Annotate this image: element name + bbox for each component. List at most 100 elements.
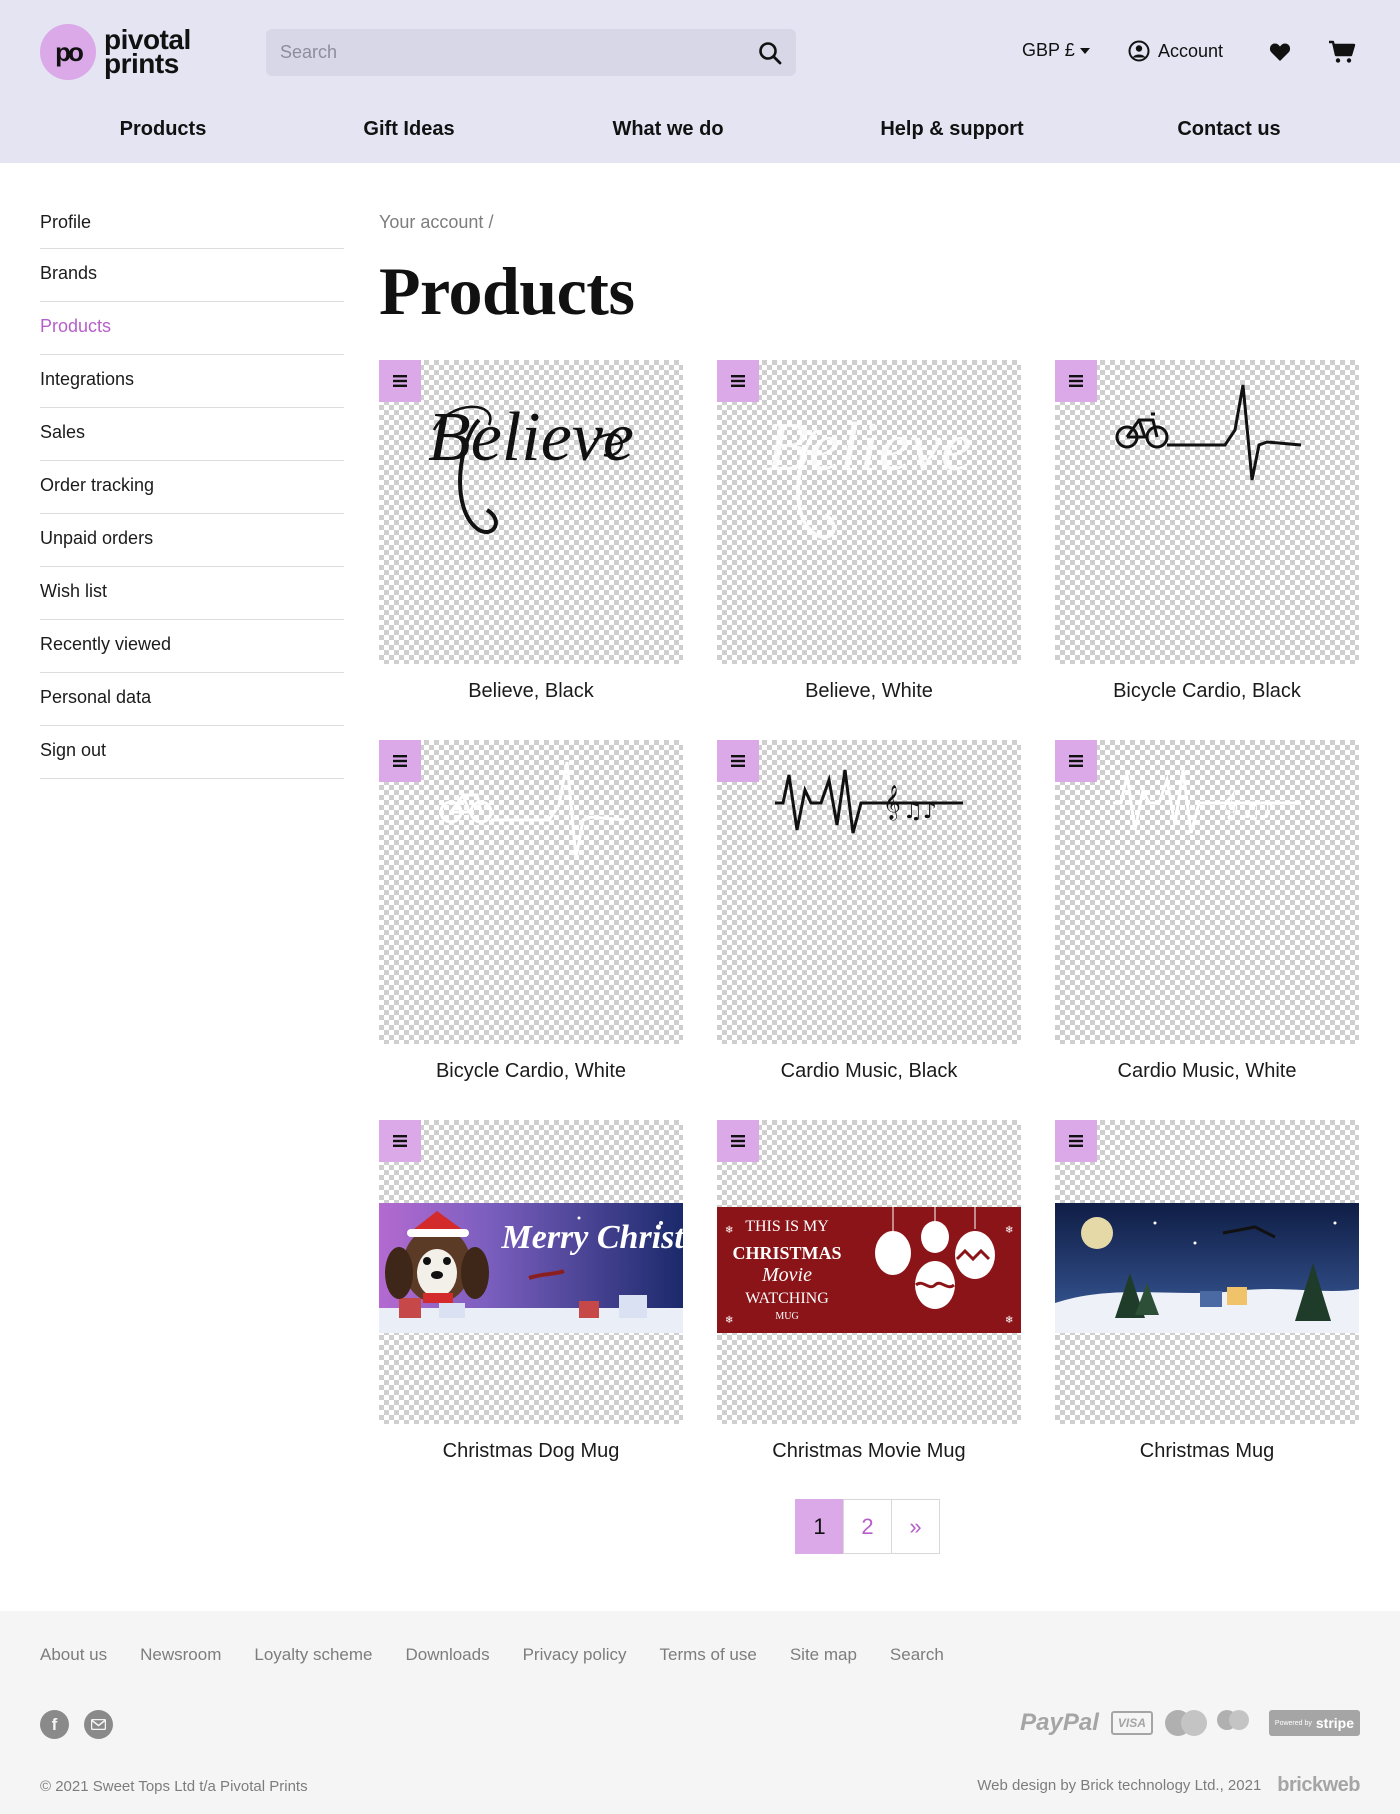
svg-text:𝄞: 𝄞	[1221, 785, 1239, 821]
sidebar-item-integrations[interactable]: Integrations	[40, 355, 344, 408]
page-2-button[interactable]: 2	[843, 1499, 892, 1554]
currency-selector[interactable]: GBP £	[1022, 40, 1090, 61]
nav-contact-us[interactable]: Contact us	[1177, 118, 1280, 141]
user-circle-icon	[1128, 40, 1150, 62]
footer-link-downloads[interactable]: Downloads	[405, 1645, 489, 1665]
bicycle-cardio-design-white	[439, 761, 626, 859]
footer-link-newsroom[interactable]: Newsroom	[140, 1645, 221, 1665]
product-menu-button[interactable]	[1055, 740, 1097, 782]
brickweb-logo[interactable]: brickweb	[1277, 1774, 1360, 1797]
email-icon[interactable]	[84, 1710, 113, 1739]
menu-icon	[731, 755, 745, 767]
sidebar-item-wish-list[interactable]: Wish list	[40, 567, 344, 620]
product-image[interactable]: Believe	[717, 360, 1021, 664]
product-image[interactable]: Believe	[379, 360, 683, 664]
product-image[interactable]: THIS IS MY CHRISTMAS Movie WATCHING MUG …	[717, 1120, 1021, 1424]
product-card: Christmas Mug	[1055, 1120, 1359, 1463]
product-image[interactable]	[379, 740, 683, 1044]
product-image[interactable]: 𝄞 ♫♪	[717, 740, 1021, 1044]
product-menu-button[interactable]	[379, 740, 421, 782]
sidebar-item-personal-data[interactable]: Personal data	[40, 673, 344, 726]
footer-link-site-map[interactable]: Site map	[790, 1645, 857, 1665]
sidebar-item-unpaid-orders[interactable]: Unpaid orders	[40, 514, 344, 567]
product-image[interactable]	[1055, 360, 1359, 664]
svg-text:Merry Christmas: Merry Christmas	[501, 1219, 684, 1256]
product-name[interactable]: Christmas Dog Mug	[379, 1440, 683, 1463]
credit-text: Web design by Brick technology Ltd., 202…	[977, 1777, 1262, 1794]
footer-link-privacy-policy[interactable]: Privacy policy	[523, 1645, 627, 1665]
sidebar-item-sales[interactable]: Sales	[40, 408, 344, 461]
social-links: f	[40, 1710, 128, 1739]
site-footer: About us Newsroom Loyalty scheme Downloa…	[0, 1611, 1400, 1814]
copyright-text: © 2021 Sweet Tops Ltd t/a Pivotal Prints	[40, 1778, 308, 1795]
paypal-logo: PayPal	[1020, 1709, 1099, 1736]
nav-gift-ideas[interactable]: Gift Ideas	[363, 118, 454, 141]
footer-link-search[interactable]: Search	[890, 1645, 944, 1665]
sidebar-item-brands[interactable]: Brands	[40, 249, 344, 302]
product-image[interactable]: Merry Christmas	[379, 1120, 683, 1424]
menu-icon	[1069, 375, 1083, 387]
heart-icon	[1269, 43, 1291, 61]
logo-line-2: prints	[104, 48, 179, 79]
nav-products[interactable]: Products	[120, 118, 207, 141]
sidebar-item-sign-out[interactable]: Sign out	[40, 726, 344, 779]
mastercard-logo	[1164, 1710, 1207, 1736]
svg-text:❄: ❄	[725, 1315, 733, 1326]
product-name[interactable]: Christmas Movie Mug	[717, 1440, 1021, 1463]
page-1-button[interactable]: 1	[795, 1499, 844, 1554]
nav-help-support[interactable]: Help & support	[880, 118, 1023, 141]
svg-text:❄: ❄	[1005, 1315, 1013, 1326]
design-credit: Web design by Brick technology Ltd., 202…	[977, 1774, 1360, 1797]
menu-icon	[731, 1135, 745, 1147]
sidebar-item-order-tracking[interactable]: Order tracking	[40, 461, 344, 514]
christmas-movie-banner: THIS IS MY CHRISTMAS Movie WATCHING MUG …	[717, 1207, 1021, 1333]
menu-icon	[731, 375, 745, 387]
product-name[interactable]: Bicycle Cardio, White	[379, 1060, 683, 1083]
product-menu-button[interactable]	[717, 360, 759, 402]
product-name[interactable]: Cardio Music, Black	[717, 1060, 1021, 1083]
site-logo[interactable]: po pivotal prints	[40, 24, 191, 80]
product-name[interactable]: Christmas Mug	[1055, 1440, 1359, 1463]
product-menu-button[interactable]	[379, 1120, 421, 1162]
product-menu-button[interactable]	[1055, 1120, 1097, 1162]
product-menu-button[interactable]	[1055, 360, 1097, 402]
nav-what-we-do[interactable]: What we do	[612, 118, 723, 141]
sidebar-item-products[interactable]: Products	[40, 302, 344, 355]
svg-text:𝄞: 𝄞	[883, 785, 901, 821]
cart-button[interactable]	[1328, 40, 1356, 69]
product-name[interactable]: Cardio Music, White	[1055, 1060, 1359, 1083]
svg-text:MUG: MUG	[775, 1311, 798, 1322]
menu-icon	[393, 1135, 407, 1147]
product-menu-button[interactable]	[379, 360, 421, 402]
product-card: Believe Believe, White	[717, 360, 1021, 703]
product-menu-button[interactable]	[717, 1120, 759, 1162]
footer-link-loyalty-scheme[interactable]: Loyalty scheme	[254, 1645, 372, 1665]
product-card: THIS IS MY CHRISTMAS Movie WATCHING MUG …	[717, 1120, 1021, 1463]
facebook-icon[interactable]: f	[40, 1710, 69, 1739]
search-input[interactable]	[266, 29, 736, 76]
svg-text:CHRISTMAS: CHRISTMAS	[732, 1243, 841, 1263]
search-button[interactable]	[754, 37, 786, 69]
footer-link-about-us[interactable]: About us	[40, 1645, 107, 1665]
sidebar-item-profile[interactable]: Profile	[40, 196, 344, 249]
product-image[interactable]	[1055, 1120, 1359, 1424]
believe-design-white: Believe	[766, 409, 972, 539]
product-name[interactable]: Believe, White	[717, 680, 1021, 703]
caret-down-icon	[1079, 48, 1090, 55]
search-bar	[266, 29, 796, 76]
next-page-button[interactable]: »	[891, 1499, 940, 1554]
product-image[interactable]: 𝄞 ♫♪	[1055, 740, 1359, 1044]
product-name[interactable]: Believe, Black	[379, 680, 683, 703]
wishlist-button[interactable]	[1269, 42, 1291, 67]
sidebar-item-recently-viewed[interactable]: Recently viewed	[40, 620, 344, 673]
menu-icon	[393, 375, 407, 387]
breadcrumb-your-account[interactable]: Your account	[379, 212, 483, 232]
footer-link-terms-of-use[interactable]: Terms of use	[660, 1645, 757, 1665]
account-link[interactable]: Account	[1128, 40, 1223, 62]
product-menu-button[interactable]	[717, 740, 759, 782]
svg-text:Believe: Believe	[428, 399, 634, 476]
account-sidebar: Profile Brands Products Integrations Sal…	[40, 196, 344, 779]
product-name[interactable]: Bicycle Cardio, Black	[1055, 680, 1359, 703]
payment-methods: PayPal VISA Powered by stripe	[1020, 1709, 1360, 1737]
currency-label: GBP £	[1022, 40, 1075, 60]
